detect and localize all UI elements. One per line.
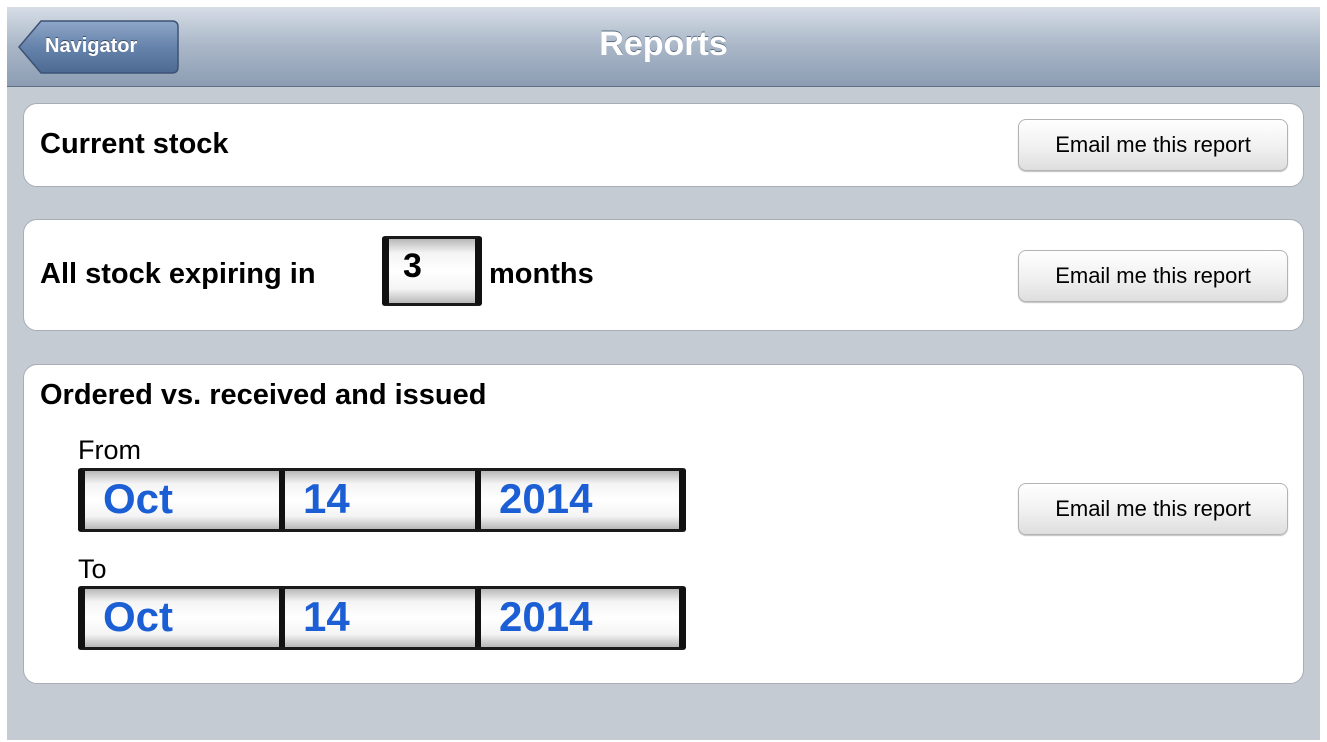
to-day-value[interactable]: 14: [303, 593, 350, 641]
ordered-received-card: Ordered vs. received and issued From Oct…: [23, 364, 1304, 684]
current-stock-title: Current stock: [40, 128, 229, 160]
to-picker-divider-2: [475, 589, 481, 647]
from-year-value[interactable]: 2014: [499, 475, 592, 523]
from-label: From: [78, 435, 141, 465]
current-stock-card: Current stock Email me this report: [23, 103, 1304, 187]
page-title: Reports: [599, 25, 728, 63]
email-ordered-received-button[interactable]: Email me this report: [1018, 483, 1288, 535]
navigation-bar: Navigator Reports: [7, 7, 1320, 87]
from-date-picker[interactable]: Oct 14 2014: [78, 468, 686, 532]
to-date-picker[interactable]: Oct 14 2014: [78, 586, 686, 650]
to-label: To: [78, 554, 107, 584]
from-day-value[interactable]: 14: [303, 475, 350, 523]
months-value: 3: [403, 247, 422, 285]
reports-screen: Navigator Reports Current stock Email me…: [7, 7, 1320, 740]
expiring-suffix-label: months: [489, 258, 594, 290]
email-current-stock-button[interactable]: Email me this report: [1018, 119, 1288, 171]
months-picker[interactable]: 3: [382, 236, 482, 306]
email-expiring-stock-button[interactable]: Email me this report: [1018, 250, 1288, 302]
to-picker-divider-1: [279, 589, 285, 647]
ordered-title: Ordered vs. received and issued: [40, 379, 487, 411]
to-month-value[interactable]: Oct: [103, 593, 173, 641]
from-picker-divider-1: [279, 471, 285, 529]
expiring-stock-card: All stock expiring in 3 months Email me …: [23, 219, 1304, 331]
from-month-value[interactable]: Oct: [103, 475, 173, 523]
to-year-value[interactable]: 2014: [499, 593, 592, 641]
expiring-prefix-label: All stock expiring in: [40, 258, 316, 290]
from-picker-divider-2: [475, 471, 481, 529]
